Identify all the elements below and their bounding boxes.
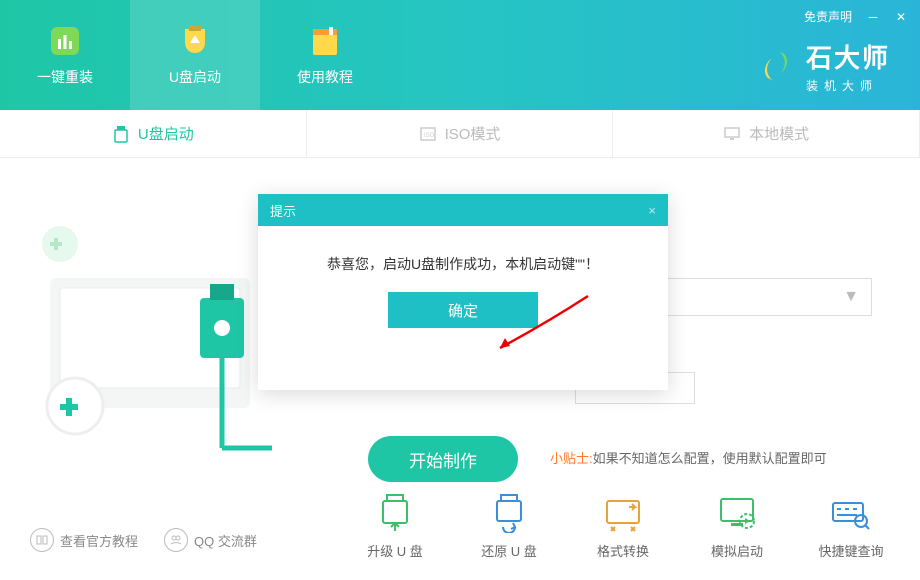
chart-icon	[47, 23, 83, 59]
iso-icon: ISO	[419, 125, 437, 143]
subtab-iso[interactable]: ISO ISO模式	[307, 110, 614, 157]
action-hotkey[interactable]: 快捷键查询	[812, 493, 890, 560]
start-button[interactable]: 开始制作	[368, 436, 518, 482]
usb-icon	[112, 125, 130, 143]
close-button[interactable]: ✕	[894, 10, 908, 24]
group-icon	[164, 528, 188, 552]
monitor-icon	[723, 125, 741, 143]
brand: 石大师 装机大师	[756, 38, 890, 94]
subtab-usb[interactable]: U盘启动	[0, 110, 307, 157]
book-icon	[307, 23, 343, 59]
brand-subtitle: 装机大师	[806, 77, 890, 94]
subtab-label: ISO模式	[445, 123, 501, 144]
brand-title: 石大师	[806, 38, 890, 75]
usb-illustration	[30, 188, 290, 468]
book-open-icon	[30, 528, 54, 552]
action-label: 快捷键查询	[818, 541, 883, 560]
subtab-label: 本地模式	[749, 123, 809, 144]
convert-icon	[603, 493, 643, 533]
action-label: 模拟启动	[711, 541, 763, 560]
tab-label: U盘启动	[169, 67, 221, 87]
dialog-close-icon[interactable]: ×	[648, 203, 656, 218]
chevron-down-icon: ▼	[843, 288, 859, 306]
tab-usb-boot[interactable]: U盘启动	[130, 0, 260, 110]
usb-up-icon	[375, 493, 415, 533]
qq-link[interactable]: QQ 交流群	[164, 528, 257, 552]
action-upgrade[interactable]: 升级 U 盘	[356, 493, 434, 560]
action-label: 升级 U 盘	[367, 541, 423, 560]
action-label: 格式转换	[597, 541, 649, 560]
window-controls: 免责声明 ─ ✕	[804, 8, 908, 25]
action-simulate[interactable]: 模拟启动	[698, 493, 776, 560]
monitor-play-icon	[717, 493, 757, 533]
keyboard-search-icon	[831, 493, 871, 533]
tab-reinstall[interactable]: 一键重装	[0, 0, 130, 110]
dialog-title: 提示	[270, 201, 296, 220]
tip-label: 小贴士:	[550, 451, 593, 466]
tutorial-link[interactable]: 查看官方教程	[30, 528, 138, 552]
subtab-local[interactable]: 本地模式	[613, 110, 920, 157]
tip-text: 小贴士:如果不知道怎么配置，使用默认配置即可	[550, 448, 827, 467]
ok-label: 确定	[448, 300, 478, 321]
footer-links: 查看官方教程 QQ 交流群	[30, 528, 257, 552]
minimize-button[interactable]: ─	[866, 10, 880, 24]
tab-label: 一键重装	[37, 67, 93, 87]
link-label: QQ 交流群	[194, 531, 257, 550]
tab-label: 使用教程	[297, 67, 353, 87]
success-dialog: 提示 × 恭喜您，启动U盘制作成功，本机启动键""！ 确定	[258, 194, 668, 390]
app-header: 一键重装 U盘启动 使用教程 免责声明 ─ ✕ 石大师 装机大师	[0, 0, 920, 110]
action-label: 还原 U 盘	[481, 541, 537, 560]
start-label: 开始制作	[409, 447, 477, 472]
dialog-ok-button[interactable]: 确定	[388, 292, 538, 328]
brand-logo-icon	[756, 46, 796, 86]
sub-tabs: U盘启动 ISO ISO模式 本地模式	[0, 110, 920, 158]
tip-content: 如果不知道怎么配置，使用默认配置即可	[593, 451, 827, 466]
disclaimer-link[interactable]: 免责声明	[804, 8, 852, 25]
dialog-body: 恭喜您，启动U盘制作成功，本机启动键""！ 确定	[258, 226, 668, 356]
header-tabs: 一键重装 U盘启动 使用教程	[0, 0, 390, 110]
dialog-header: 提示 ×	[258, 194, 668, 226]
dialog-message: 恭喜您，启动U盘制作成功，本机启动键""！	[278, 254, 648, 274]
tab-tutorial[interactable]: 使用教程	[260, 0, 390, 110]
usb-shield-icon	[177, 23, 213, 59]
usb-refresh-icon	[489, 493, 529, 533]
link-label: 查看官方教程	[60, 531, 138, 550]
subtab-label: U盘启动	[138, 123, 194, 144]
action-restore[interactable]: 还原 U 盘	[470, 493, 548, 560]
svg-text:ISO: ISO	[424, 133, 435, 139]
action-bar: 升级 U 盘 还原 U 盘 格式转换 模拟启动 快捷键查询	[356, 493, 890, 560]
action-format[interactable]: 格式转换	[584, 493, 662, 560]
